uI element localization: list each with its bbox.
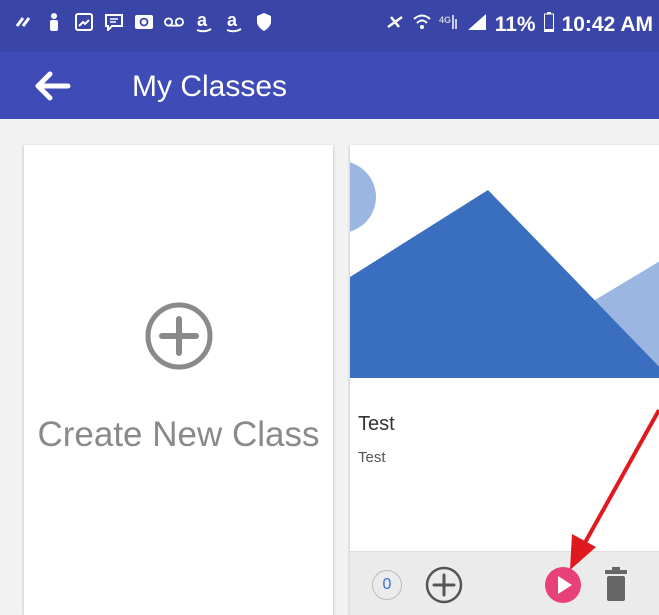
class-title: Test <box>358 413 395 435</box>
link-icon <box>14 12 34 32</box>
status-time: 10:42 AM <box>561 12 653 36</box>
play-icon <box>545 567 581 603</box>
page-title: My Classes <box>132 70 288 103</box>
message-icon <box>104 12 124 32</box>
app-bar: My Classes <box>0 52 659 119</box>
play-button[interactable] <box>545 567 581 603</box>
add-circle-icon <box>145 302 213 370</box>
class-subtitle: Test <box>358 449 386 466</box>
status-right: 4G 11% 10:42 AM <box>385 12 653 37</box>
image-icon <box>74 12 94 32</box>
voicemail-icon <box>164 12 184 32</box>
add-student-button[interactable] <box>424 565 464 605</box>
amazon-icon: a <box>194 11 214 33</box>
lte-icon: 4G <box>439 13 459 36</box>
svg-text:a: a <box>197 11 208 30</box>
battery-icon <box>543 12 554 37</box>
svg-text:4G: 4G <box>439 15 451 25</box>
email-icon <box>134 12 154 32</box>
shield-icon <box>254 12 274 32</box>
delete-button[interactable] <box>604 567 628 601</box>
add-circle-icon <box>425 566 463 604</box>
status-left-icons: a a <box>14 11 274 33</box>
arrow-left-icon <box>35 71 71 101</box>
person-icon <box>44 12 64 32</box>
class-banner-image <box>350 145 659 378</box>
class-card[interactable]: Test Test 0 <box>350 145 659 615</box>
mute-icon <box>385 13 405 36</box>
signal-icon <box>467 13 487 36</box>
svg-text:a: a <box>227 11 238 30</box>
wifi-icon <box>413 13 431 36</box>
student-count-badge: 0 <box>372 570 402 600</box>
battery-percent: 11% <box>494 12 536 36</box>
classes-grid: Create New Class Test Test 0 <box>0 119 659 615</box>
amazon-icon: a <box>224 11 244 33</box>
back-button[interactable] <box>34 66 76 106</box>
trash-icon <box>605 567 627 601</box>
create-class-label: Create New Class <box>37 415 320 454</box>
status-bar: a a 4G 11% 10:42 AM <box>0 0 659 52</box>
create-class-card[interactable]: Create New Class <box>24 145 333 615</box>
class-card-footer: 0 <box>350 551 659 615</box>
